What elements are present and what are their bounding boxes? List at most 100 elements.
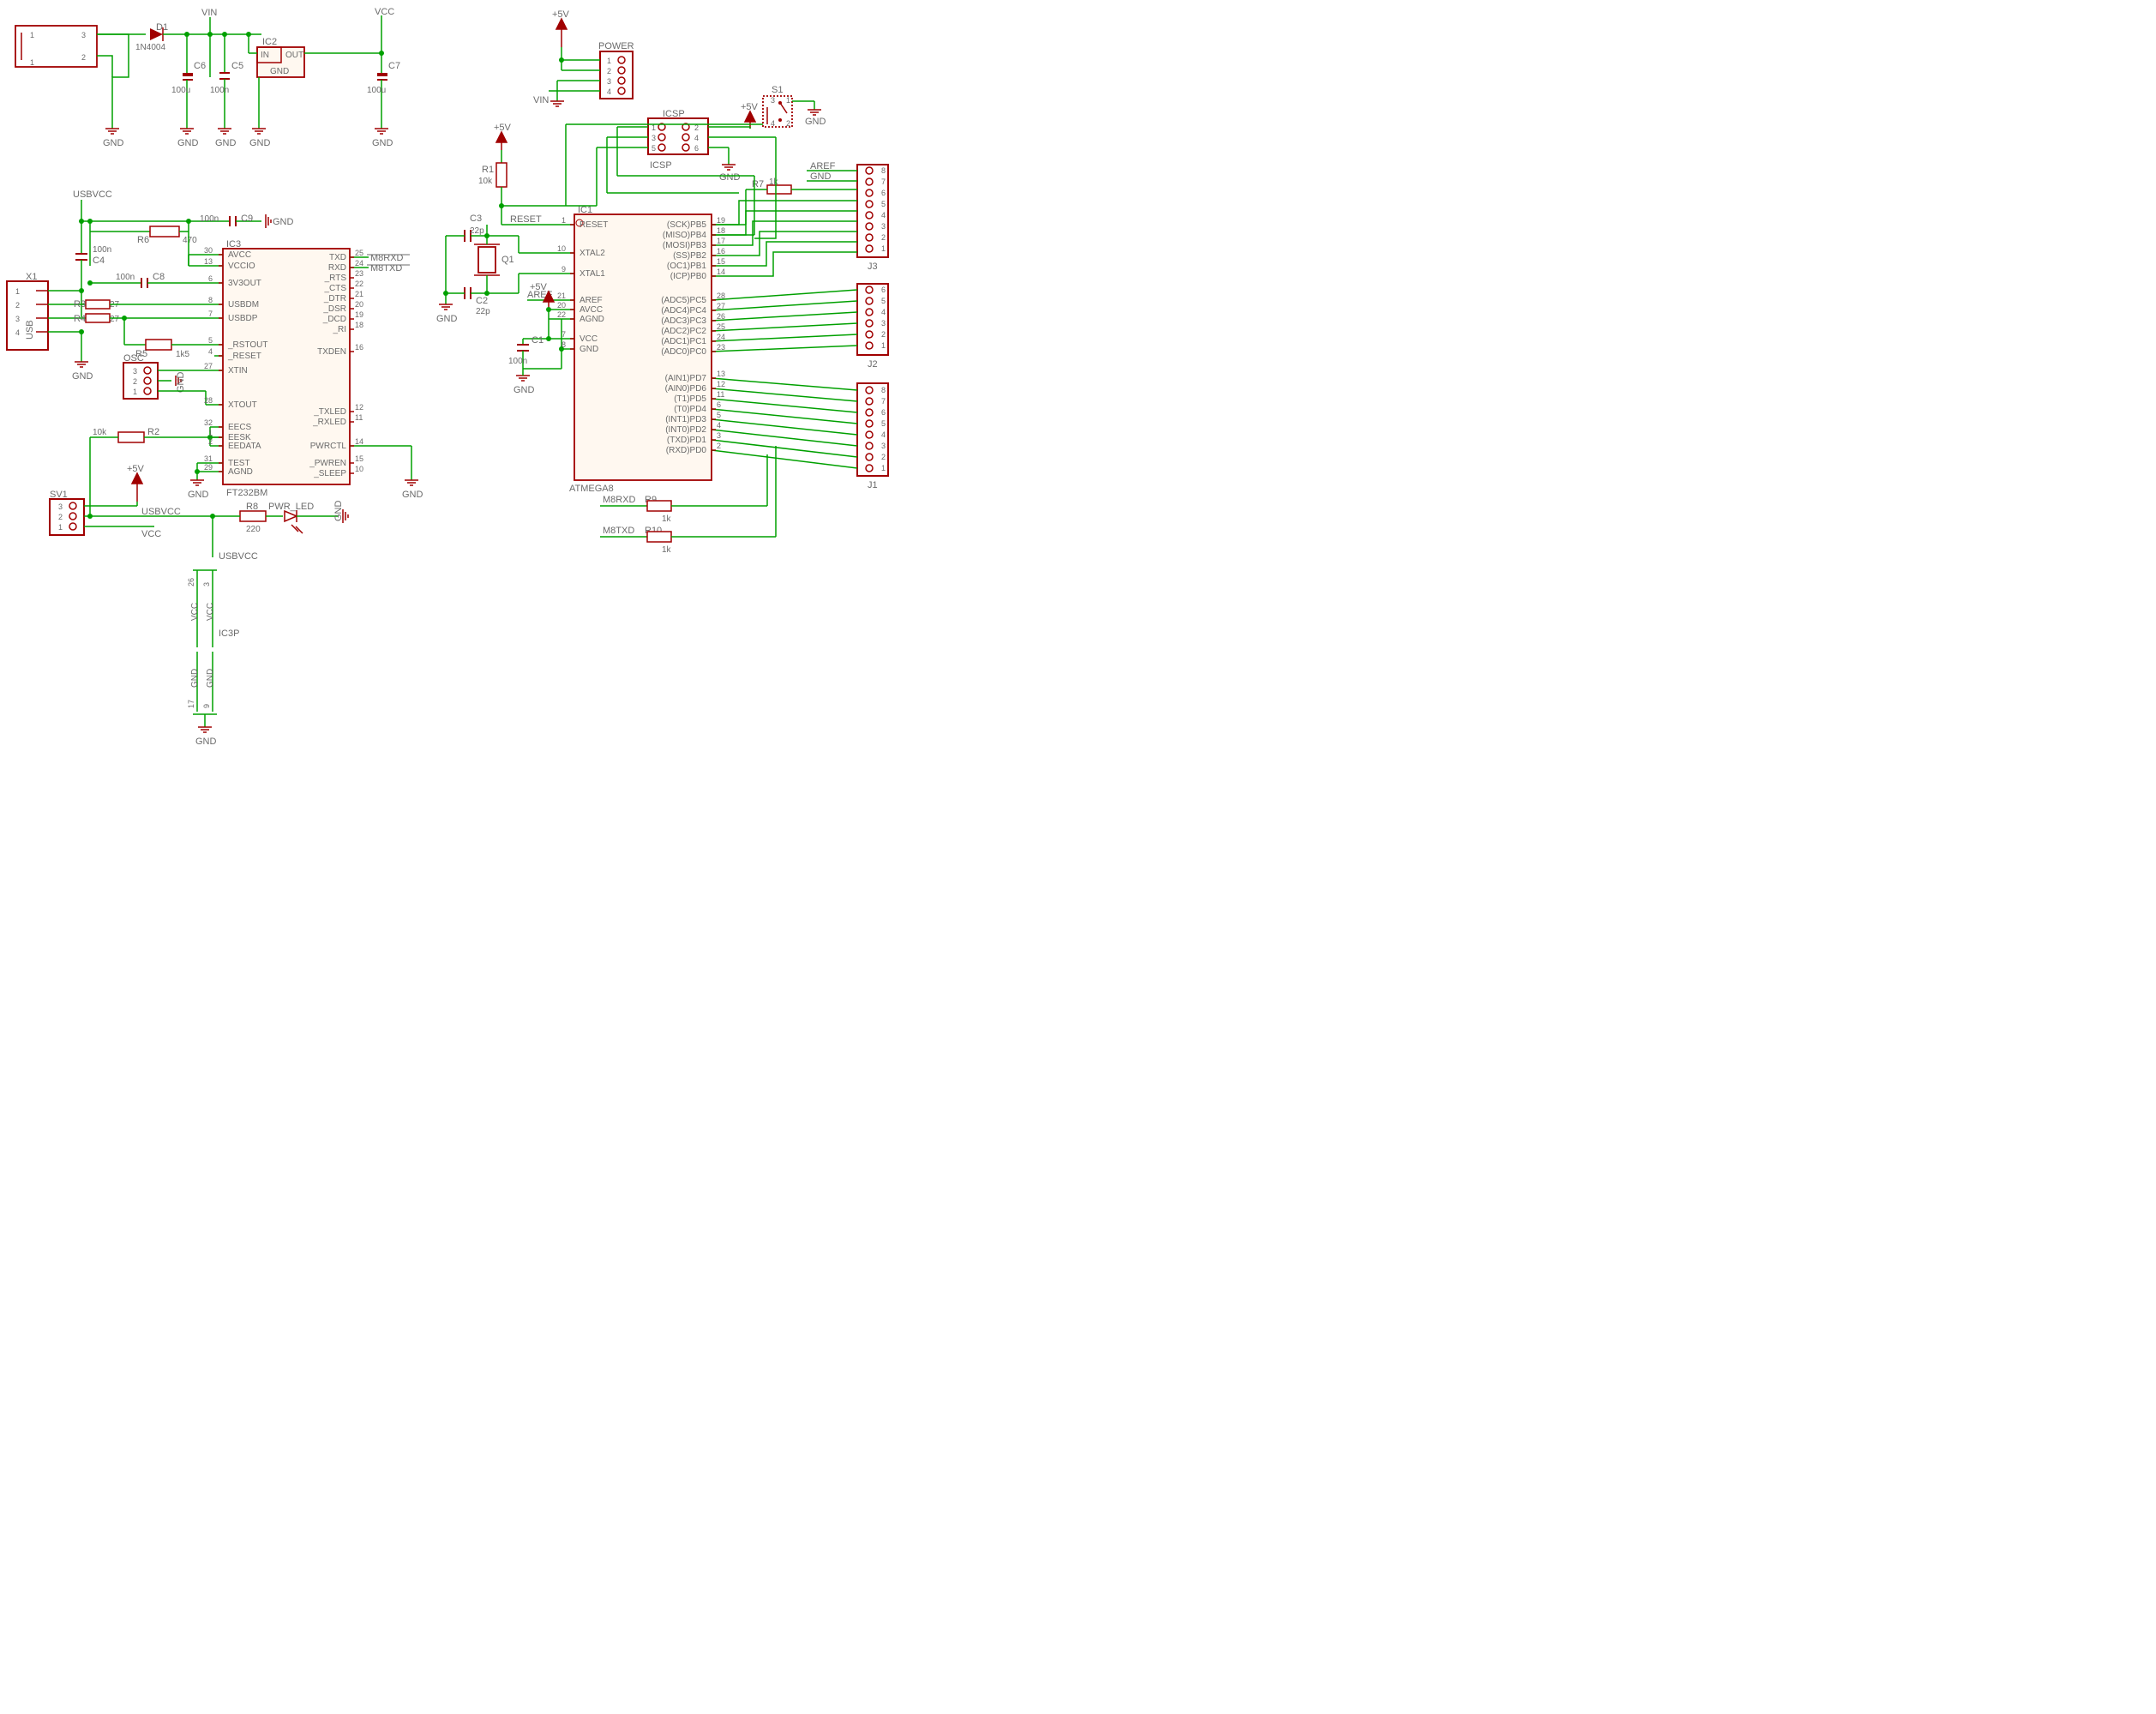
res-r9: M8RXD R9 1k (600, 495, 767, 524)
svg-text:GND: GND (190, 669, 200, 688)
svg-text:3: 3 (81, 31, 86, 39)
svg-text:(AIN1)PD7: (AIN1)PD7 (665, 374, 707, 383)
svg-text:22: 22 (557, 310, 566, 319)
svg-text:VCC: VCC (206, 603, 215, 621)
svg-text:R4: R4 (74, 314, 86, 324)
gnd-symbol (105, 129, 119, 134)
ic3-ref: IC3 (226, 239, 241, 250)
svg-text:XTIN: XTIN (228, 366, 248, 376)
svg-text:1k: 1k (769, 177, 779, 187)
svg-text:4: 4 (717, 421, 721, 430)
svg-text:(TXD)PD1: (TXD)PD1 (667, 436, 707, 445)
svg-text:_RTS: _RTS (324, 274, 347, 283)
svg-text:GND: GND (719, 172, 741, 183)
svg-text:GND: GND (273, 217, 294, 227)
svg-text:32: 32 (204, 418, 213, 427)
svg-text:25: 25 (717, 322, 725, 331)
svg-text:15: 15 (355, 454, 363, 463)
svg-text:6: 6 (881, 408, 886, 417)
svg-text:11: 11 (355, 413, 363, 422)
svg-text:M8RXD: M8RXD (603, 495, 636, 505)
svg-text:GND: GND (436, 314, 458, 324)
crystal-q1: Q1 (474, 244, 514, 275)
svg-text:1k: 1k (662, 514, 672, 524)
svg-text:C3: C3 (470, 213, 482, 224)
svg-text:4: 4 (694, 134, 699, 142)
svg-text:26: 26 (717, 312, 725, 321)
svg-text:2: 2 (881, 233, 886, 242)
svg-text:18: 18 (717, 226, 725, 235)
svg-text:Q1: Q1 (501, 255, 514, 265)
svg-text:VCC: VCC (580, 334, 598, 344)
svg-text:(SS)PB2: (SS)PB2 (673, 251, 706, 261)
svg-text:S1: S1 (772, 85, 783, 95)
svg-text:1: 1 (786, 96, 790, 105)
svg-text:AVCC: AVCC (580, 305, 603, 315)
svg-text:22p: 22p (476, 307, 490, 316)
svg-text:2: 2 (786, 119, 790, 128)
svg-text:23: 23 (355, 269, 363, 278)
svg-text:(INT1)PD3: (INT1)PD3 (665, 415, 706, 424)
svg-text:VIN: VIN (533, 95, 549, 105)
cap-c1: C1 100n (508, 335, 551, 369)
svg-text:21: 21 (557, 292, 566, 300)
cap-c5: C5 100n (210, 34, 243, 129)
svg-text:19: 19 (717, 216, 725, 225)
svg-text:C1: C1 (531, 335, 544, 346)
svg-text:27: 27 (204, 362, 213, 370)
svg-text:2: 2 (15, 301, 20, 310)
svg-text:6: 6 (208, 274, 213, 283)
svg-text:(ADC5)PC5: (ADC5)PC5 (661, 296, 706, 305)
plus5v-arrow: +5V (127, 464, 145, 502)
d1-name: D1 (156, 22, 168, 33)
gnd-label: GND (103, 138, 124, 148)
vcc-label: VCC (375, 7, 394, 17)
svg-text:29: 29 (204, 463, 213, 472)
pwr-led: PWR_LED (268, 502, 314, 533)
svg-text:1: 1 (58, 523, 63, 532)
svg-text:_DCD: _DCD (322, 315, 346, 324)
svg-text:TXDEN: TXDEN (317, 347, 346, 357)
svg-text:19: 19 (355, 310, 363, 319)
osc-header: OSC 3 2 1 (123, 353, 158, 399)
svg-text:16: 16 (355, 343, 363, 352)
svg-text:5: 5 (652, 144, 656, 153)
svg-text:2: 2 (81, 53, 86, 62)
svg-text:GND: GND (580, 345, 598, 354)
svg-text:3: 3 (881, 442, 886, 450)
svg-text:GND: GND (805, 117, 826, 127)
svg-text:1k5: 1k5 (176, 350, 190, 359)
svg-text:(INT0)PD2: (INT0)PD2 (665, 425, 706, 435)
svg-text:OUT: OUT (285, 51, 303, 60)
svg-text:PWRCTL: PWRCTL (310, 442, 347, 451)
svg-text:GND: GND (176, 372, 186, 394)
svg-text:(AIN0)PD6: (AIN0)PD6 (665, 384, 707, 394)
svg-text:14: 14 (355, 437, 363, 446)
svg-text:AREF: AREF (810, 161, 836, 171)
svg-text:5: 5 (881, 200, 886, 208)
svg-text:POWER: POWER (598, 41, 634, 51)
svg-text:J1: J1 (868, 480, 878, 490)
reset-label: RESET (510, 214, 542, 225)
svg-text:EEDATA: EEDATA (228, 442, 261, 451)
svg-text:24: 24 (717, 333, 725, 341)
svg-text:GND: GND (215, 138, 237, 148)
svg-text:R6: R6 (137, 235, 149, 245)
svg-text:OSC: OSC (123, 353, 144, 364)
v5-r1: +5V (494, 123, 512, 150)
svg-text:C5: C5 (231, 61, 243, 71)
ic1-to-j2 (712, 290, 857, 352)
svg-text:7: 7 (208, 310, 213, 318)
svg-text:1: 1 (208, 429, 213, 437)
svg-text:3: 3 (607, 77, 611, 86)
svg-text:SV1: SV1 (50, 490, 68, 500)
svg-text:3: 3 (717, 431, 721, 440)
res-r7: R7 1k (752, 177, 791, 194)
svg-text:9: 9 (562, 265, 566, 274)
svg-text:17: 17 (187, 700, 195, 708)
svg-text:(ADC0)PC0: (ADC0)PC0 (661, 347, 706, 357)
svg-text:X1: X1 (26, 272, 37, 282)
svg-text:1: 1 (881, 244, 886, 253)
svg-text:R8: R8 (246, 502, 258, 512)
svg-text:C4: C4 (93, 256, 105, 266)
